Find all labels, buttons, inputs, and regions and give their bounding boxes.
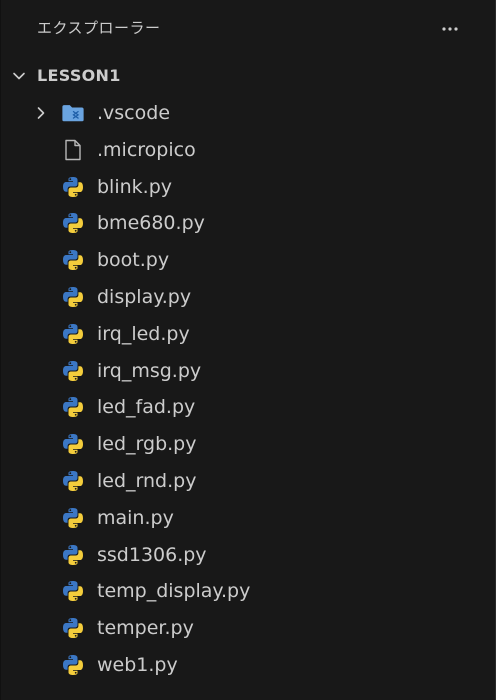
python-icon: [61, 579, 85, 603]
python-icon: [61, 285, 85, 309]
tree-file-item[interactable]: bme680.py: [1, 205, 495, 242]
tree-item-label: led_rgb.py: [97, 433, 197, 456]
tree-file-item[interactable]: blink.py: [1, 169, 495, 206]
python-icon: [61, 248, 85, 272]
tree-item-label: bme680.py: [97, 212, 205, 235]
chevron-down-icon[interactable]: [11, 68, 27, 84]
tree-item-label: irq_led.py: [97, 322, 190, 345]
python-icon: [61, 616, 85, 640]
file-tree: .vscode .micropico blink.py bme680.py bo…: [1, 95, 495, 684]
tree-item-label: irq_msg.py: [97, 359, 202, 382]
tree-item-label: .vscode: [97, 102, 171, 124]
python-icon: [61, 469, 85, 493]
python-icon: [61, 175, 85, 199]
file-icon: [61, 138, 85, 162]
tree-file-item[interactable]: irq_led.py: [1, 316, 495, 353]
workspace-folder-name: LESSON1: [37, 66, 121, 85]
tree-file-item[interactable]: boot.py: [1, 242, 495, 279]
tree-item-label: led_fad.py: [97, 396, 196, 419]
python-icon: [61, 395, 85, 419]
tree-item-label: web1.py: [97, 653, 178, 676]
tree-file-item[interactable]: temp_display.py: [1, 573, 495, 610]
tree-file-item[interactable]: led_rnd.py: [1, 463, 495, 500]
tree-file-item[interactable]: ssd1306.py: [1, 537, 495, 574]
python-icon: [61, 653, 85, 677]
explorer-header: エクスプローラー: [1, 0, 495, 56]
tree-file-item[interactable]: led_fad.py: [1, 389, 495, 426]
tree-file-item[interactable]: temper.py: [1, 610, 495, 647]
more-horizontal-icon[interactable]: [435, 14, 465, 44]
tree-item-label: display.py: [97, 285, 192, 308]
tree-item-label: temper.py: [97, 617, 194, 640]
tree-file-item[interactable]: main.py: [1, 500, 495, 537]
python-icon: [61, 432, 85, 456]
tree-file-item[interactable]: web1.py: [1, 647, 495, 684]
tree-item-label: main.py: [97, 506, 174, 529]
python-icon: [61, 543, 85, 567]
explorer-title: エクスプローラー: [37, 19, 161, 37]
tree-folder-item[interactable]: .vscode: [1, 95, 495, 132]
tree-item-label: led_rnd.py: [97, 469, 197, 492]
python-icon: [61, 322, 85, 346]
tree-file-item[interactable]: led_rgb.py: [1, 426, 495, 463]
python-icon: [61, 359, 85, 383]
tree-file-item[interactable]: display.py: [1, 279, 495, 316]
tree-item-label: boot.py: [97, 249, 170, 272]
tree-item-label: ssd1306.py: [97, 543, 207, 566]
vscode-folder-icon: [61, 101, 85, 125]
explorer-pane: エクスプローラー LESSON1 .vscode .micropico blin…: [0, 0, 496, 700]
tree-item-label: .micropico: [97, 138, 196, 161]
tree-item-label: blink.py: [97, 175, 173, 198]
tree-item-label: temp_display.py: [97, 580, 251, 603]
tree-file-item[interactable]: .micropico: [1, 132, 495, 169]
chevron-right-icon[interactable]: [33, 105, 49, 121]
python-icon: [61, 211, 85, 235]
tree-file-item[interactable]: irq_msg.py: [1, 353, 495, 390]
python-icon: [61, 506, 85, 530]
workspace-folder-header[interactable]: LESSON1: [1, 59, 495, 93]
